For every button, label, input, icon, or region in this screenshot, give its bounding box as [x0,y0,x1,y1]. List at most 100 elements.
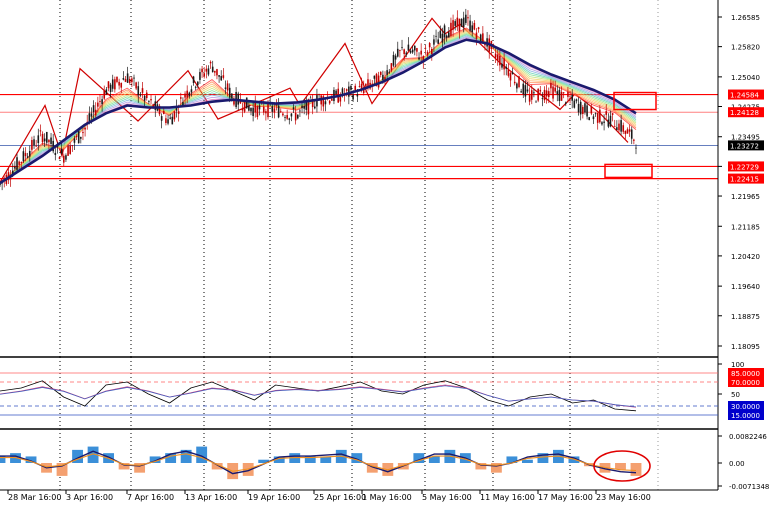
candle-body [494,53,497,58]
candle-body [26,156,29,158]
candle-body [556,91,559,95]
candle-body [365,83,367,87]
candle-body [105,89,108,95]
candle-body [37,135,40,144]
candle-body [71,145,74,147]
candle-body [273,108,276,113]
candle-body [118,81,120,86]
candle-body [262,106,265,113]
candle-body [426,51,429,56]
candle-body [284,117,286,118]
time-axis: 28 Mar 16:00 3 Apr 16:00 7 Apr 16:00 13 Apr… [7,490,651,502]
candle-body [605,111,608,115]
candle-body [60,148,63,154]
price-tick-label: 1.18095 [731,343,760,351]
candle-body [214,70,216,73]
candle-body [377,75,380,88]
candle-body [424,47,427,49]
candle-body [50,137,52,144]
candle-body [418,57,420,60]
candle-body [39,130,42,132]
candle-body [243,101,246,112]
candle-body [24,153,27,157]
candle-body [394,55,397,60]
price-tick-label: 1.26585 [731,14,760,22]
candle-body [450,22,452,36]
candle-body [80,136,82,139]
candle-body [469,20,471,31]
time-label: 11 May 16:00 [480,493,535,502]
candle-body [433,39,435,45]
price-tag-label: 1.22729 [730,163,759,171]
chart-workspace[interactable]: 1.265851.258201.250401.242751.234951.227… [0,0,770,505]
price-tick-label: 1.21965 [731,193,760,201]
candle-body [458,18,461,32]
candle-body [616,127,618,131]
candle-body [441,33,444,43]
candle-body [92,105,95,113]
candle-body [184,93,186,98]
candle-body [350,85,352,90]
candle-body [169,117,171,119]
candle-body [573,100,576,108]
hist-bar [630,463,642,476]
candle-body [248,105,250,111]
candle-body [58,156,61,160]
candle-body [428,43,431,48]
candle-body [207,68,210,75]
candle-body [133,77,135,79]
candle-body [603,121,605,123]
candle-body [254,102,257,113]
candle-body [211,66,214,73]
candle-body [439,30,442,38]
candle-body [611,113,614,115]
time-label: 19 Apr 16:00 [248,493,300,502]
candle-body [94,109,97,116]
candle-body [222,75,225,78]
candle-body [416,48,418,52]
candle-body [31,140,33,150]
candle-body [520,91,522,93]
candle-body [586,105,588,117]
candle-body [258,105,261,110]
candle-body [231,93,233,99]
price-tick-label: 1.21185 [731,223,760,231]
candle-body [103,90,106,99]
candle-body [407,44,410,51]
candle-body [114,79,116,90]
candle-body [218,75,220,77]
candle-body [496,54,499,61]
candle-body [139,94,142,96]
candle-body [90,113,93,117]
candle-body [467,17,469,19]
candle-body [226,83,229,91]
candle-body [14,166,16,169]
candle-body [107,81,110,89]
osc-tag-label: 70.0000 [731,379,760,387]
candle-body [396,48,399,57]
candle-body [535,101,537,103]
candle-body [305,102,308,110]
candle-body [331,98,333,101]
candle-body [43,138,46,142]
candle-body [386,70,388,75]
candle-body [148,101,150,102]
price-tick-label: 1.19640 [731,283,760,291]
candle-body [180,97,182,99]
candle-body [571,94,573,101]
candle-body [613,125,616,127]
candle-body [522,83,525,95]
candle-body [137,86,140,96]
candle-body [392,54,395,66]
price-panel[interactable] [0,0,718,357]
histogram-panel[interactable]: 0.0082246 0.00 -0.0071348 [0,429,769,491]
candle-body [345,89,348,91]
candle-body [601,122,603,125]
candle-body [511,72,514,75]
candle-body [75,135,78,138]
osc-tick-label: 50 [731,391,740,399]
candle-body [503,58,505,70]
oscillator-panel[interactable]: 100 50 85.000070.0000 30.000015.0000 [0,357,764,429]
candle-body [65,155,67,160]
candle-body [622,125,625,132]
